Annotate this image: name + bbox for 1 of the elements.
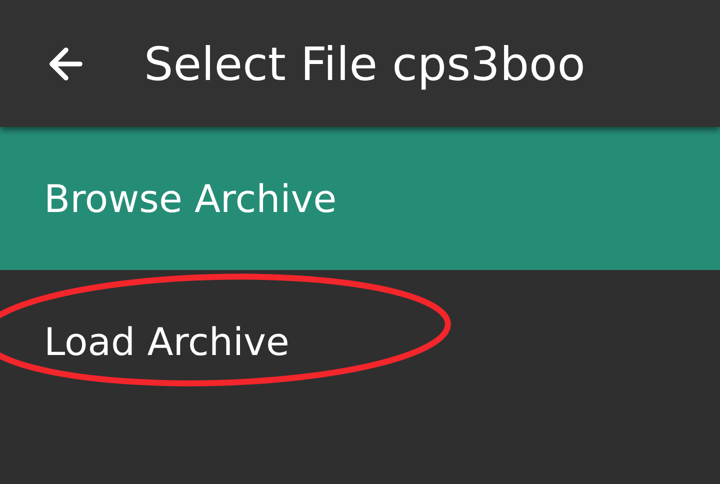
menu-item[interactable]: Browse Archive xyxy=(0,127,720,270)
